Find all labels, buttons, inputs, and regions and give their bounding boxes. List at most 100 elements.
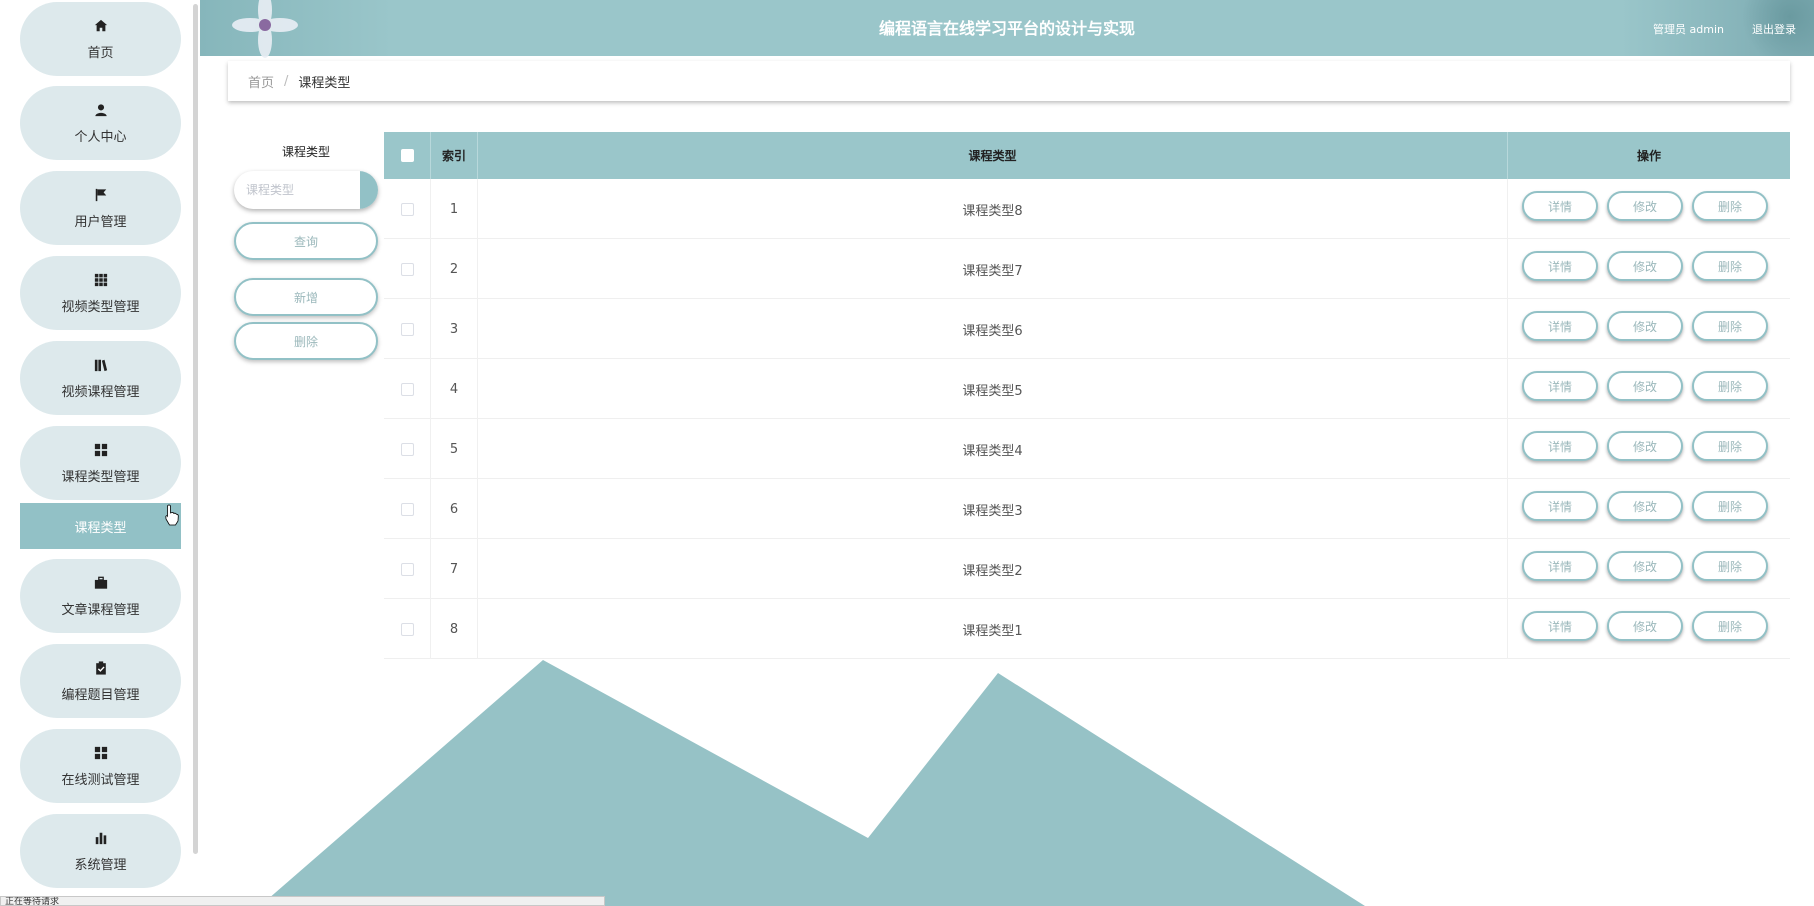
- row-select-cell: [384, 599, 431, 659]
- row-operations: 详情 修改 删除: [1508, 239, 1790, 299]
- table-row: 6 课程类型3 详情 修改 删除: [384, 479, 1790, 539]
- row-index: 7: [431, 539, 478, 599]
- edit-button[interactable]: 修改: [1607, 431, 1683, 461]
- delete-button[interactable]: 删除: [1692, 371, 1768, 401]
- hand-cursor-icon: [165, 504, 179, 526]
- edit-button[interactable]: 修改: [1607, 251, 1683, 281]
- current-user-label: 管理员 admin: [1653, 23, 1724, 36]
- row-checkbox[interactable]: [400, 502, 414, 516]
- row-operations: 详情 修改 删除: [1508, 479, 1790, 539]
- row-checkbox[interactable]: [400, 382, 414, 396]
- sidebar-item-label: 在线测试管理: [61, 772, 140, 788]
- logout-link[interactable]: 退出登录: [1752, 21, 1796, 37]
- detail-button[interactable]: 详情: [1522, 311, 1598, 341]
- row-course-type: 课程类型4: [478, 419, 1508, 479]
- sidebar-item-coding-problems[interactable]: 编程题目管理: [20, 644, 181, 718]
- breadcrumb-home[interactable]: 首页: [248, 72, 274, 91]
- table-header: 索引 课程类型 操作: [384, 132, 1790, 179]
- top-header: 编程语言在线学习平台的设计与实现 管理员 admin 退出登录: [200, 0, 1814, 58]
- column-header-operations: 操作: [1636, 149, 1661, 163]
- sidebar-item-label: 个人中心: [74, 129, 127, 145]
- browser-status-bar: 正在等待请求: [0, 896, 605, 906]
- sidebar-item-label: 系统管理: [74, 857, 127, 873]
- edit-button[interactable]: 修改: [1607, 371, 1683, 401]
- delete-button[interactable]: 删除: [1692, 311, 1768, 341]
- row-index: 6: [431, 479, 478, 539]
- detail-button[interactable]: 详情: [1522, 611, 1598, 641]
- delete-button[interactable]: 删除: [1692, 551, 1768, 581]
- table-row: 4 课程类型5 详情 修改 删除: [384, 359, 1790, 419]
- edit-button[interactable]: 修改: [1607, 311, 1683, 341]
- row-course-type: 课程类型2: [478, 539, 1508, 599]
- delete-button[interactable]: 删除: [1692, 611, 1768, 641]
- detail-button[interactable]: 详情: [1522, 191, 1598, 221]
- sidebar-item-profile[interactable]: 个人中心: [20, 86, 181, 160]
- sidebar-item-users[interactable]: 用户管理: [20, 171, 181, 245]
- row-course-type: 课程类型1: [478, 599, 1508, 659]
- apps-icon: [93, 745, 109, 761]
- watermark-text: CSDN @django毕设: [1509, 860, 1804, 895]
- row-checkbox[interactable]: [400, 562, 414, 576]
- row-checkbox[interactable]: [400, 202, 414, 216]
- breadcrumb: 首页 / 课程类型: [228, 61, 1790, 101]
- bulk-delete-button[interactable]: 删除: [234, 322, 378, 360]
- row-select-cell: [384, 239, 431, 299]
- detail-button[interactable]: 详情: [1522, 371, 1598, 401]
- grid-icon: [93, 272, 109, 288]
- sidebar-item-video-courses[interactable]: 视频课程管理: [20, 341, 181, 415]
- home-icon: [93, 18, 109, 34]
- sidebar-item-online-tests[interactable]: 在线测试管理: [20, 729, 181, 803]
- row-checkbox[interactable]: [400, 322, 414, 336]
- sidebar-scrollbar[interactable]: [193, 4, 198, 854]
- detail-button[interactable]: 详情: [1522, 251, 1598, 281]
- edit-button[interactable]: 修改: [1607, 551, 1683, 581]
- sidebar-subitem-course-type[interactable]: 课程类型: [20, 503, 181, 549]
- sidebar-item-home[interactable]: 首页: [20, 2, 181, 76]
- table-row: 3 课程类型6 详情 修改 删除: [384, 299, 1790, 359]
- row-select-cell: [384, 299, 431, 359]
- row-select-cell: [384, 479, 431, 539]
- row-checkbox[interactable]: [400, 262, 414, 276]
- select-all-checkbox[interactable]: [400, 149, 414, 162]
- sidebar-item-label: 课程类型管理: [61, 469, 140, 485]
- page-title: 编程语言在线学习平台的设计与实现: [878, 19, 1135, 38]
- delete-button[interactable]: 删除: [1692, 191, 1768, 221]
- sidebar-item-system[interactable]: 系统管理: [20, 814, 181, 888]
- row-checkbox[interactable]: [400, 442, 414, 456]
- table-row: 5 课程类型4 详情 修改 删除: [384, 419, 1790, 479]
- row-course-type: 课程类型5: [478, 359, 1508, 419]
- row-checkbox[interactable]: [400, 622, 414, 636]
- sidebar-item-label: 用户管理: [74, 214, 127, 230]
- delete-button[interactable]: 删除: [1692, 431, 1768, 461]
- detail-button[interactable]: 详情: [1522, 431, 1598, 461]
- delete-button[interactable]: 删除: [1692, 251, 1768, 281]
- sidebar-item-label: 视频课程管理: [61, 384, 140, 400]
- add-button[interactable]: 新增: [234, 278, 378, 316]
- table-row: 1 课程类型8 详情 修改 删除: [384, 179, 1790, 239]
- delete-button[interactable]: 删除: [1692, 491, 1768, 521]
- search-box-tab: [360, 171, 378, 209]
- search-label: 课程类型: [281, 145, 330, 159]
- edit-button[interactable]: 修改: [1607, 491, 1683, 521]
- course-type-search-input[interactable]: [234, 171, 358, 209]
- detail-button[interactable]: 详情: [1522, 551, 1598, 581]
- flag-icon: [93, 187, 109, 203]
- briefcase-icon: [93, 575, 109, 591]
- detail-button[interactable]: 详情: [1522, 491, 1598, 521]
- row-operations: 详情 修改 删除: [1508, 419, 1790, 479]
- books-icon: [93, 357, 109, 373]
- row-index: 8: [431, 599, 478, 659]
- row-index: 2: [431, 239, 478, 299]
- row-course-type: 课程类型3: [478, 479, 1508, 539]
- row-index: 5: [431, 419, 478, 479]
- query-button[interactable]: 查询: [234, 222, 378, 260]
- sidebar-item-article-courses[interactable]: 文章课程管理: [20, 559, 181, 633]
- row-index: 3: [431, 299, 478, 359]
- column-header-index: 索引: [431, 132, 478, 179]
- row-index: 1: [431, 179, 478, 239]
- apps-icon: [93, 442, 109, 458]
- edit-button[interactable]: 修改: [1607, 611, 1683, 641]
- sidebar-item-video-types[interactable]: 视频类型管理: [20, 256, 181, 330]
- sidebar-item-course-types[interactable]: 课程类型管理: [20, 426, 181, 500]
- edit-button[interactable]: 修改: [1607, 191, 1683, 221]
